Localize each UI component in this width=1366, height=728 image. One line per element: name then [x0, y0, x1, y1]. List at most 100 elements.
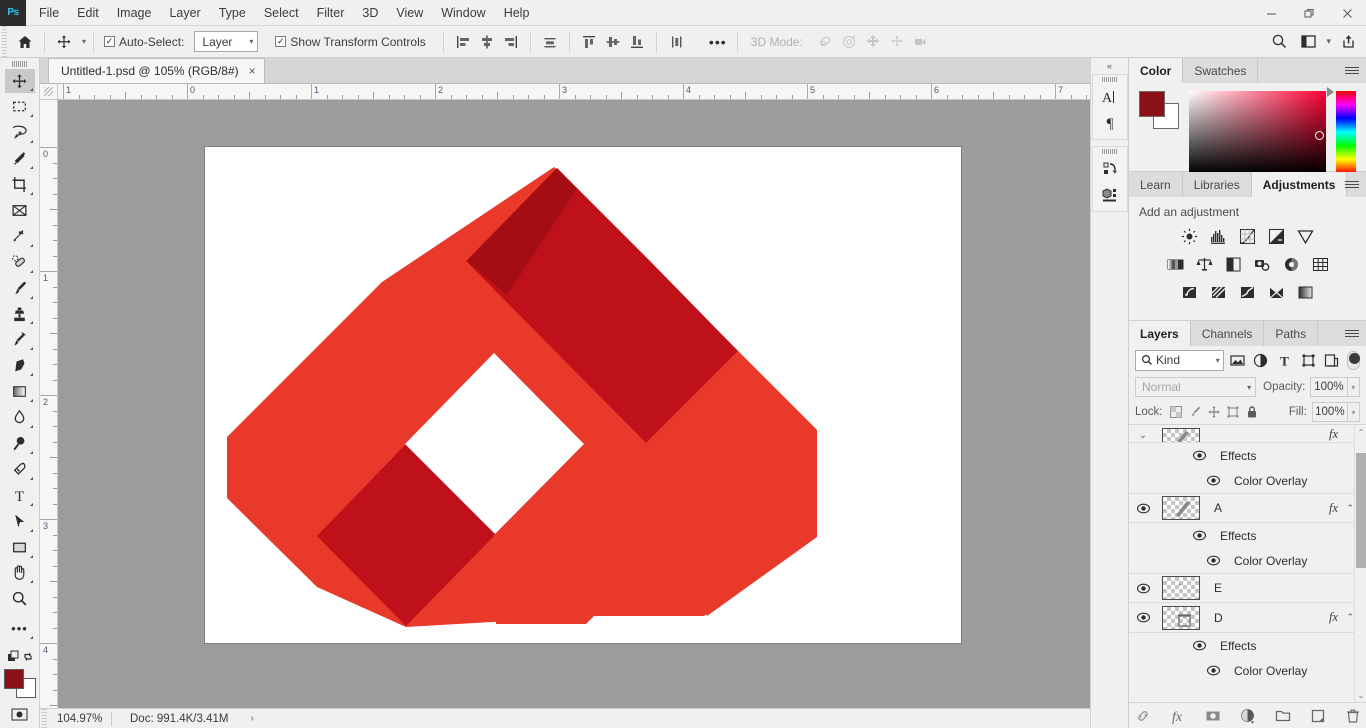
filter-enable-toggle[interactable] [1347, 350, 1361, 370]
menu-file[interactable]: File [30, 0, 68, 26]
move-tool-options-chevron-icon[interactable]: ▾ [82, 37, 86, 46]
tool-brush[interactable] [5, 276, 35, 301]
filter-shape-icon[interactable] [1298, 350, 1319, 371]
filter-kind-dropdown[interactable]: Kind ▾ [1135, 349, 1224, 371]
layer-visibility-icon[interactable] [1129, 583, 1157, 594]
hue-saturation-icon[interactable] [1165, 254, 1185, 274]
lock-position-icon[interactable] [1206, 402, 1223, 422]
distribute-vertically-icon[interactable] [664, 30, 688, 54]
layer-effects-collapse-icon[interactable]: ⌃ [1346, 612, 1354, 623]
color-lookup-icon[interactable] [1310, 254, 1330, 274]
table-row[interactable]: A fx ⌃ [1129, 493, 1366, 523]
table-row[interactable]: D fx ⌃ [1129, 603, 1366, 633]
effects-visibility-icon[interactable] [1185, 450, 1213, 461]
exposure-icon[interactable] [1267, 226, 1287, 246]
quick-mask-and-swap[interactable] [5, 645, 35, 666]
hue-slider[interactable] [1327, 87, 1356, 173]
foreground-background-color-swatches[interactable] [3, 669, 36, 698]
menu-type[interactable]: Type [210, 0, 255, 26]
tool-rectangular-marquee[interactable] [5, 94, 35, 119]
align-right-edges-icon[interactable] [499, 30, 523, 54]
link-layers-icon[interactable] [1134, 707, 1152, 725]
tool-frame[interactable] [5, 198, 35, 223]
delete-layer-icon[interactable] [1344, 707, 1362, 725]
document-canvas[interactable] [205, 147, 961, 643]
opacity-chevron-down-icon[interactable]: ▾ [1347, 377, 1360, 397]
color-field[interactable] [1188, 91, 1327, 173]
workspace-icon[interactable] [1296, 30, 1320, 54]
scroll-down-icon[interactable]: ⌄ [1355, 688, 1366, 702]
more-options-button[interactable]: ••• [706, 30, 730, 54]
layer-name[interactable]: A [1214, 501, 1222, 515]
tool-edit-toolbar[interactable]: ••• [5, 616, 35, 641]
list-item[interactable]: Color Overlay [1129, 468, 1366, 493]
character-panel-icon[interactable]: A [1093, 84, 1127, 110]
layer-thumbnail[interactable] [1162, 496, 1200, 520]
vertical-ruler[interactable]: 0 1 2 3 4 [40, 100, 58, 708]
tool-dodge[interactable] [5, 431, 35, 456]
layer-effects-fx-icon[interactable]: fx [1329, 501, 1338, 516]
layers-scrollbar[interactable]: ⌃ ⌄ [1354, 425, 1366, 702]
black-white-icon[interactable] [1223, 254, 1243, 274]
hue-slider-marker[interactable] [1327, 87, 1335, 97]
layer-thumbnail[interactable] [1162, 428, 1200, 442]
threshold-icon[interactable] [1238, 282, 1258, 302]
fill-chevron-down-icon[interactable]: ▾ [1347, 402, 1361, 422]
color-overlay-visibility-icon[interactable] [1199, 665, 1227, 676]
tool-blur[interactable] [5, 405, 35, 430]
tab-channels[interactable]: Channels [1190, 321, 1265, 346]
color-field-cursor[interactable] [1314, 131, 1324, 140]
ruler-corner[interactable] [40, 84, 58, 100]
menu-view[interactable]: View [387, 0, 432, 26]
curves-icon[interactable] [1238, 226, 1258, 246]
align-top-edges-icon[interactable] [577, 30, 601, 54]
layer-name[interactable]: D [1214, 611, 1223, 625]
quick-mask-mode-button[interactable] [5, 702, 35, 727]
expand-arrow-icon[interactable]: ⌄ [1129, 430, 1157, 442]
tool-pen[interactable] [5, 457, 35, 482]
menu-layer[interactable]: Layer [160, 0, 209, 26]
filter-type-icon[interactable]: T [1274, 350, 1295, 371]
menu-edit[interactable]: Edit [68, 0, 108, 26]
posterize-icon[interactable] [1209, 282, 1229, 302]
menu-filter[interactable]: Filter [308, 0, 354, 26]
filter-adjustment-icon[interactable] [1250, 350, 1271, 371]
layer-name[interactable]: E [1214, 581, 1222, 595]
fill-value[interactable]: 100% [1311, 402, 1348, 422]
actions-group-grip[interactable] [1093, 147, 1127, 156]
tool-lasso[interactable] [5, 120, 35, 145]
color-overlay-visibility-icon[interactable] [1199, 555, 1227, 566]
align-vertical-centers-icon[interactable] [601, 30, 625, 54]
layer-effects-fx-icon[interactable]: fx [1329, 427, 1338, 442]
align-horizontal-centers-icon[interactable] [475, 30, 499, 54]
table-row[interactable]: E [1129, 573, 1366, 603]
add-layer-style-icon[interactable]: fx [1169, 707, 1187, 725]
tab-color[interactable]: Color [1129, 58, 1184, 83]
tool-rectangle[interactable] [5, 535, 35, 560]
layers-list[interactable]: ⌄ fx Effects Color Overlay A fx ⌃ Effect… [1129, 424, 1366, 702]
list-item[interactable]: Effects [1129, 523, 1366, 548]
menu-window[interactable]: Window [432, 0, 494, 26]
tab-adjustments[interactable]: Adjustments [1251, 172, 1348, 197]
blend-mode-dropdown[interactable]: Normal ▾ [1135, 377, 1257, 397]
close-icon[interactable]: × [249, 64, 256, 78]
list-item[interactable]: Effects [1129, 443, 1366, 468]
menu-select[interactable]: Select [255, 0, 308, 26]
table-row[interactable]: ⌄ fx [1129, 425, 1366, 443]
tool-spot-healing-brush[interactable] [5, 250, 35, 275]
tab-swatches[interactable]: Swatches [1183, 58, 1259, 83]
layer-visibility-icon[interactable] [1129, 503, 1157, 514]
new-group-icon[interactable] [1274, 707, 1292, 725]
minimize-button[interactable] [1252, 0, 1290, 26]
auto-select-scope-dropdown[interactable]: Layer ▾ [194, 31, 259, 52]
add-layer-mask-icon[interactable] [1204, 707, 1222, 725]
menu-image[interactable]: Image [108, 0, 161, 26]
adjustments-panel-menu-icon[interactable] [1345, 172, 1359, 197]
list-item[interactable]: Color Overlay [1129, 548, 1366, 573]
effects-visibility-icon[interactable] [1185, 530, 1213, 541]
menu-help[interactable]: Help [495, 0, 539, 26]
channel-mixer-icon[interactable] [1281, 254, 1301, 274]
tab-paths[interactable]: Paths [1264, 321, 1319, 346]
distribute-horizontally-icon[interactable] [538, 30, 562, 54]
lock-artboard-icon[interactable] [1225, 402, 1242, 422]
